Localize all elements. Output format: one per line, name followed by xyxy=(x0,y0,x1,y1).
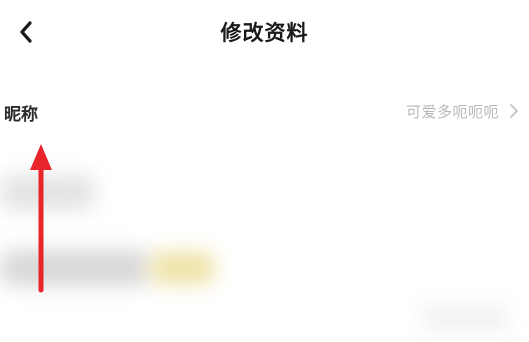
blurred-badge xyxy=(150,252,215,284)
blurred-row xyxy=(420,305,510,330)
red-annotation-arrow xyxy=(30,144,52,293)
nickname-value: 可爱多呃呃呃 xyxy=(405,103,499,121)
top-nav-bar: 修改资料 xyxy=(0,0,529,70)
nickname-label: 昵称 xyxy=(4,105,38,125)
nickname-row[interactable]: 昵称 可爱多呃呃呃 xyxy=(0,92,529,132)
chevron-right-icon xyxy=(510,104,518,118)
blurred-content-area xyxy=(0,140,529,342)
page-title: 修改资料 xyxy=(220,21,309,45)
blurred-row xyxy=(0,250,150,286)
